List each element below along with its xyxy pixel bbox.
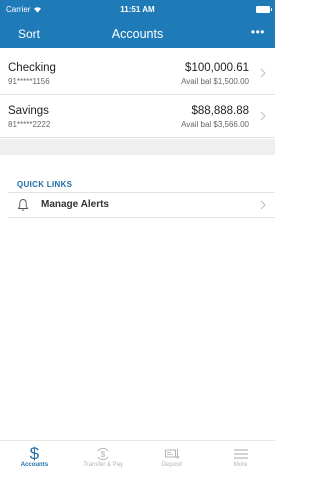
tab-label: More xyxy=(233,462,248,468)
check-deposit-icon xyxy=(164,446,180,462)
svg-text:$: $ xyxy=(101,450,106,459)
quick-links-header: QUICK LINKS xyxy=(17,180,73,189)
account-row-savings[interactable]: Savings 81*****2222 $88,888.88 Avail bal… xyxy=(0,95,275,138)
more-options-button[interactable]: ••• xyxy=(251,25,265,39)
section-separator xyxy=(0,139,275,155)
tab-label: Deposit xyxy=(161,462,183,468)
account-name: Checking xyxy=(8,62,56,74)
account-balance: $88,888.88 xyxy=(191,105,249,117)
dollar-icon: $ xyxy=(29,444,40,463)
available-balance: Avail bal $3,566.00 xyxy=(181,120,249,129)
quick-link-manage-alerts[interactable]: Manage Alerts xyxy=(0,193,275,217)
chevron-right-icon xyxy=(260,68,266,78)
tab-accounts[interactable]: $ Accounts xyxy=(0,441,69,504)
divider xyxy=(8,217,275,218)
account-balance: $100,000.61 xyxy=(185,62,249,74)
page-title: Accounts xyxy=(111,27,164,41)
status-time: 11:51 AM xyxy=(120,5,155,14)
account-number: 91*****1156 xyxy=(8,77,50,86)
account-row-checking[interactable]: Checking 91*****1156 $100,000.61 Avail b… xyxy=(0,52,275,95)
tab-deposit[interactable]: Deposit xyxy=(138,441,207,504)
bell-icon xyxy=(17,199,29,211)
tab-bar: $ Accounts $ Transfer & Pay Deposit More xyxy=(0,440,275,504)
available-balance: Avail bal $1,500.00 xyxy=(181,77,249,86)
tab-transfer-pay[interactable]: $ Transfer & Pay xyxy=(69,441,138,504)
account-name: Savings xyxy=(8,105,49,117)
tab-label: Accounts xyxy=(20,462,49,468)
transfer-dollar-icon: $ xyxy=(95,446,111,462)
menu-icon xyxy=(233,446,249,462)
status-bar: Carrier 11:51 AM xyxy=(0,0,275,20)
chevron-right-icon xyxy=(260,111,266,121)
battery-icon xyxy=(256,6,272,13)
chevron-right-icon xyxy=(260,200,266,210)
account-number: 81*****2222 xyxy=(8,120,51,129)
quick-link-label: Manage Alerts xyxy=(41,199,109,210)
nav-bar: Sort Accounts ••• xyxy=(0,20,275,48)
tab-more[interactable]: More xyxy=(206,441,275,504)
tab-label: Transfer & Pay xyxy=(83,462,124,468)
